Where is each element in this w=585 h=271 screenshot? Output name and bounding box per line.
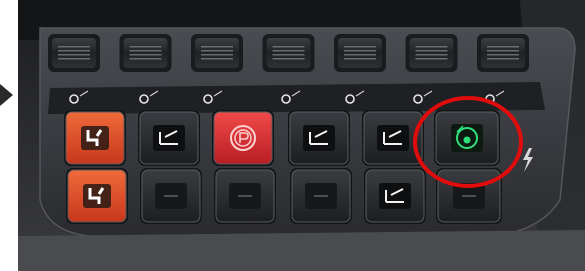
top-rocker-key[interactable] xyxy=(48,34,100,72)
top-rocker-key[interactable] xyxy=(477,34,529,72)
panel-button[interactable] xyxy=(434,110,500,166)
differential-lock-down-icon xyxy=(83,184,111,208)
front-suspension-icon xyxy=(379,183,411,209)
four-wheel-drive-icon xyxy=(153,125,185,151)
hitch-arm-icon xyxy=(229,183,261,209)
terrain-icon xyxy=(305,183,337,209)
implement-raise-icon xyxy=(303,125,335,151)
differential-lock-up-icon xyxy=(81,126,109,150)
top-rocker-key[interactable] xyxy=(334,34,386,72)
panel-button[interactable] xyxy=(140,168,202,224)
panel-drawing xyxy=(18,0,585,271)
top-rocker-key[interactable] xyxy=(119,34,172,72)
panel-button[interactable] xyxy=(212,110,274,166)
top-rocker-key[interactable] xyxy=(405,34,458,72)
control-panel-photo xyxy=(0,0,585,271)
top-rocker-key[interactable] xyxy=(262,34,315,72)
panel-button[interactable] xyxy=(364,168,426,224)
panel-button[interactable] xyxy=(138,110,200,166)
panel-button[interactable] xyxy=(436,168,502,224)
panel-button[interactable] xyxy=(214,168,276,224)
panel-button[interactable] xyxy=(64,110,126,166)
panel-button[interactable] xyxy=(290,168,352,224)
suspension-icon xyxy=(377,125,409,151)
auto-steer-icon xyxy=(451,124,483,152)
lock-icon xyxy=(155,183,187,209)
panel-button[interactable] xyxy=(66,168,128,224)
pointer-arrow-icon xyxy=(0,84,13,106)
top-rocker-key[interactable] xyxy=(191,34,243,72)
panel-button[interactable] xyxy=(288,110,350,166)
